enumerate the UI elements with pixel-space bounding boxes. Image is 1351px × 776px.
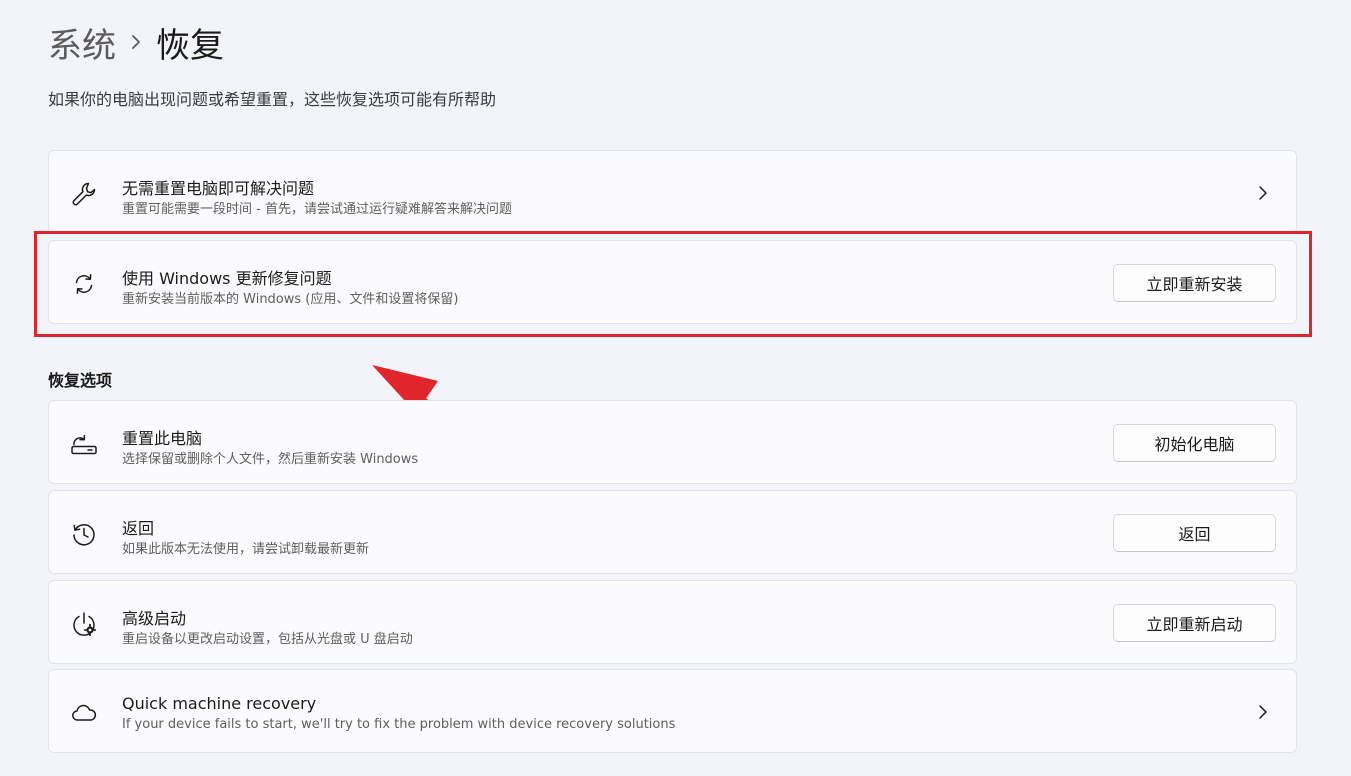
reset-pc-description: 选择保留或删除个人文件，然后重新安装 Windows [122,452,419,467]
reset-pc-icon [69,429,99,459]
quick-machine-recovery-description: If your device fails to start, we'll try… [122,717,676,732]
chevron-right-icon [1256,704,1270,720]
quick-machine-recovery-title: Quick machine recovery [122,694,317,713]
cloud-icon [69,698,99,728]
advanced-startup-card: 高级启动 重启设备以更改启动设置，包括从光盘或 U 盘启动 立即重新启动 [48,580,1297,664]
advanced-startup-icon [69,609,99,639]
advanced-startup-description: 重启设备以更改启动设置，包括从光盘或 U 盘启动 [122,632,413,647]
initialize-pc-button[interactable]: 初始化电脑 [1113,424,1276,462]
breadcrumb-chevron-icon [116,14,156,70]
advanced-startup-title: 高级启动 [122,609,187,628]
quick-machine-recovery-card[interactable]: Quick machine recovery If your device fa… [48,669,1297,753]
breadcrumb-parent-system[interactable]: 系统 [48,18,116,67]
chevron-right-icon [1256,185,1270,201]
go-back-card: 返回 如果此版本无法使用，请尝试卸载最新更新 返回 [48,490,1297,574]
go-back-button[interactable]: 返回 [1113,514,1276,552]
breadcrumb: 系统 恢复 [48,14,224,70]
reset-pc-card: 重置此电脑 选择保留或删除个人文件，然后重新安装 Windows 初始化电脑 [48,400,1297,484]
page-subtitle: 如果你的电脑出现问题或希望重置，这些恢复选项可能有所帮助 [48,90,497,109]
troubleshoot-title: 无需重置电脑即可解决问题 [122,179,315,198]
go-back-title: 返回 [122,519,155,538]
troubleshoot-description: 重置可能需要一段时间 - 首先，请尝试通过运行疑难解答来解决问题 [122,202,512,217]
restart-now-button[interactable]: 立即重新启动 [1113,604,1276,642]
recovery-options-header: 恢复选项 [48,371,113,390]
reset-pc-title: 重置此电脑 [122,429,203,448]
page-title: 恢复 [156,25,224,66]
go-back-description: 如果此版本无法使用，请尝试卸载最新更新 [122,542,370,557]
annotation-highlight-box [34,231,1312,337]
wrench-icon [69,179,99,209]
troubleshoot-card[interactable]: 无需重置电脑即可解决问题 重置可能需要一段时间 - 首先，请尝试通过运行疑难解答… [48,150,1297,234]
history-icon [69,519,99,549]
